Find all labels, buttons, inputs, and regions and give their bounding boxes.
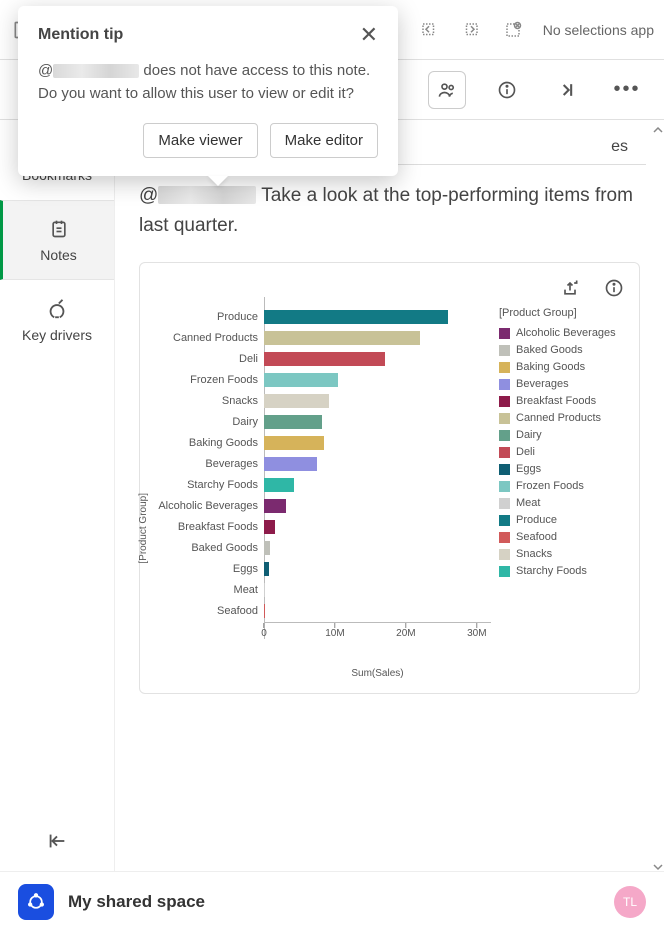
no-selections-text: No selections app	[543, 22, 654, 38]
sidebar-item-label: Key drivers	[22, 327, 92, 343]
scrollbar[interactable]	[652, 120, 664, 871]
bar-label: Meat	[154, 584, 264, 596]
collapse-right-icon[interactable]	[548, 71, 586, 109]
legend-item[interactable]: Frozen Foods	[499, 478, 625, 495]
chart-bars[interactable]: [Product Group] ProduceCanned ProductsDe…	[154, 307, 491, 679]
scroll-up-icon	[653, 122, 663, 132]
footer: My shared space TL	[0, 871, 664, 931]
legend-item[interactable]: Alcoholic Beverages	[499, 325, 625, 342]
bar-label: Dairy	[154, 416, 264, 428]
notes-icon	[47, 217, 71, 241]
mention-at: @	[139, 185, 158, 206]
popover-title: Mention tip	[38, 26, 123, 44]
bar-row[interactable]: Breakfast Foods	[154, 517, 491, 538]
close-icon[interactable]: ✕	[360, 24, 378, 46]
legend-item[interactable]: Eggs	[499, 461, 625, 478]
chart-info-icon[interactable]	[603, 277, 625, 299]
bar-row[interactable]: Deli	[154, 349, 491, 370]
bar-label: Produce	[154, 311, 264, 323]
legend-item[interactable]: Deli	[499, 444, 625, 461]
bar-label: Eggs	[154, 563, 264, 575]
bar-row[interactable]: Starchy Foods	[154, 475, 491, 496]
bar-row[interactable]: Eggs	[154, 559, 491, 580]
legend-item[interactable]: Produce	[499, 512, 625, 529]
sidebar-item-keydrivers[interactable]: Key drivers	[0, 280, 114, 360]
bar-label: Seafood	[154, 605, 264, 617]
bar-row[interactable]: Meat	[154, 580, 491, 601]
note-content: es @ Take a look at the top-performing i…	[115, 120, 664, 871]
scroll-down-icon	[653, 859, 663, 869]
selection-forward-icon[interactable]	[459, 18, 483, 42]
bar-label: Baked Goods	[154, 542, 264, 554]
legend-item[interactable]: Canned Products	[499, 410, 625, 427]
legend-item[interactable]: Dairy	[499, 427, 625, 444]
legend-item[interactable]: Baked Goods	[499, 342, 625, 359]
bar-label: Frozen Foods	[154, 374, 264, 386]
bar-row[interactable]: Alcoholic Beverages	[154, 496, 491, 517]
bar-row[interactable]: Baking Goods	[154, 433, 491, 454]
bar-label: Snacks	[154, 395, 264, 407]
users-button[interactable]	[428, 71, 466, 109]
legend-item[interactable]: Starchy Foods	[499, 563, 625, 580]
y-axis-title: [Product Group]	[138, 493, 149, 564]
sidebar: Bookmarks Notes Key drivers	[0, 120, 115, 871]
legend-item[interactable]: Breakfast Foods	[499, 393, 625, 410]
popover-body: @ does not have access to this note. Do …	[38, 60, 378, 105]
bar-row[interactable]: Snacks	[154, 391, 491, 412]
sidebar-item-label: Notes	[40, 247, 77, 263]
legend-item[interactable]: Meat	[499, 495, 625, 512]
make-editor-button[interactable]: Make editor	[270, 123, 378, 158]
chart-area: [Product Group] Produce Canned Products De…	[154, 307, 625, 679]
x-axis-title: Sum(Sales)	[264, 668, 491, 679]
sidebar-item-notes[interactable]: Notes	[0, 200, 114, 280]
bar-row[interactable]: Baked Goods	[154, 538, 491, 559]
bar-label: Beverages	[154, 458, 264, 470]
bar-label: Baking Goods	[154, 437, 264, 449]
bar-row[interactable]: Canned Products	[154, 328, 491, 349]
info-icon[interactable]	[488, 71, 526, 109]
bar-row[interactable]: Produce	[154, 307, 491, 328]
share-icon[interactable]	[559, 277, 581, 299]
bar-row[interactable]: Seafood	[154, 601, 491, 622]
mention-tip-popover: Mention tip ✕ @ does not have access to …	[18, 6, 398, 176]
sidebar-collapse[interactable]	[0, 811, 114, 871]
bar-label: Breakfast Foods	[154, 521, 264, 533]
more-menu-icon[interactable]: •••	[608, 71, 646, 109]
selection-back-icon[interactable]	[417, 18, 441, 42]
space-icon[interactable]	[18, 884, 54, 920]
clear-selections-icon[interactable]	[501, 18, 525, 42]
bar-label: Deli	[154, 353, 264, 365]
bar-label: Alcoholic Beverages	[154, 500, 264, 512]
bar-row[interactable]: Dairy	[154, 412, 491, 433]
bar-label: Starchy Foods	[154, 479, 264, 491]
bar-label: Canned Products	[154, 332, 264, 344]
chart-legend: [Product Group] Alcoholic BeveragesBaked…	[499, 307, 625, 679]
legend-title: [Product Group]	[499, 307, 625, 319]
bar-row[interactable]: Beverages	[154, 454, 491, 475]
space-name[interactable]: My shared space	[68, 892, 205, 912]
mention-redacted	[158, 186, 256, 204]
legend-item[interactable]: Seafood	[499, 529, 625, 546]
legend-item[interactable]: Snacks	[499, 546, 625, 563]
chart-snapshot: [Product Group] Produce Canned Products De…	[139, 262, 640, 694]
legend-item[interactable]: Beverages	[499, 376, 625, 393]
bar-row[interactable]: Frozen Foods	[154, 370, 491, 391]
avatar[interactable]: TL	[614, 886, 646, 918]
legend-item[interactable]: Baking Goods	[499, 359, 625, 376]
main-content: Bookmarks Notes Key drivers es @ Take a …	[0, 120, 664, 871]
make-viewer-button[interactable]: Make viewer	[143, 123, 257, 158]
note-body[interactable]: @ Take a look at the top-performing item…	[139, 181, 640, 242]
keydrivers-icon	[45, 297, 69, 321]
